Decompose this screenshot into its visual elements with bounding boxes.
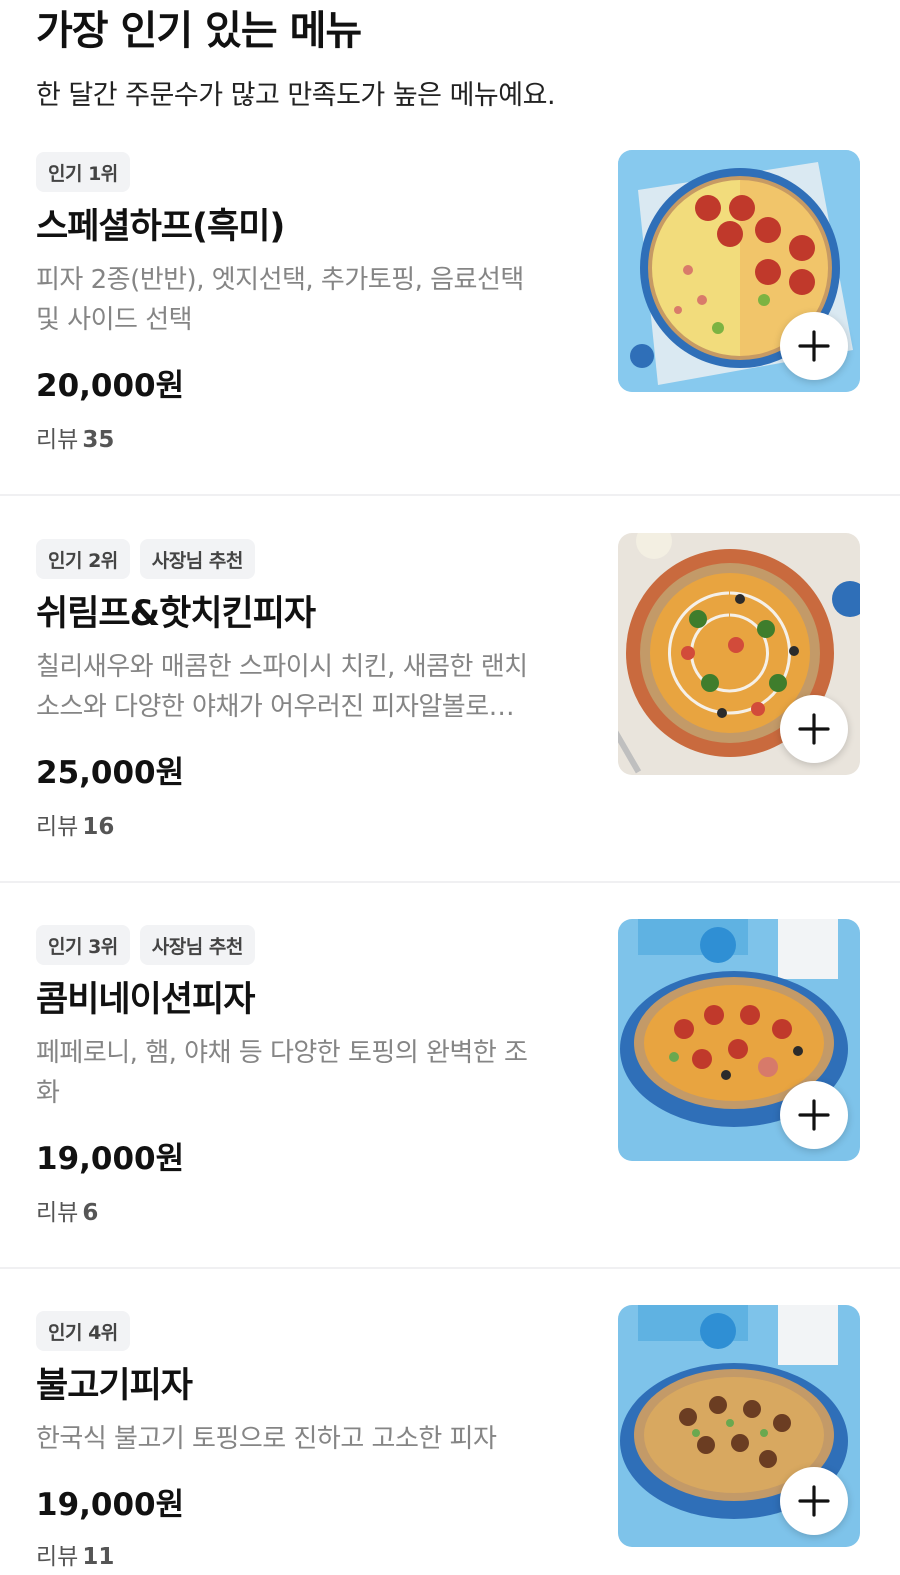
plus-icon xyxy=(798,1099,830,1131)
menu-item-price: 19,000원 xyxy=(36,1487,185,1523)
rank-badge: 인기 1위 xyxy=(36,152,130,192)
description-line: 피자 2종(반반), 엣지선택, 추가토핑, 음료선택 xyxy=(36,265,524,295)
add-to-cart-button[interactable] xyxy=(780,695,848,763)
reviews-label: 리뷰 xyxy=(36,814,79,840)
rank-badge: 인기 4위 xyxy=(36,1311,130,1351)
menu-item-price: 25,000원 xyxy=(36,755,185,791)
menu-item-info: 인기 3위 사장님 추천 콤비네이션피자 페페로니, 햄, 야채 등 다양한 토… xyxy=(36,923,596,1226)
badge-group: 인기 4위 xyxy=(36,1311,596,1351)
menu-item-name: 쉬림프&핫치킨피자 xyxy=(36,594,316,634)
menu-item-description: 페페로니, 햄, 야채 등 다양한 토핑의 완벽한 조 화 xyxy=(36,1033,596,1113)
menu-item-name: 스페셜하프(흑미) xyxy=(36,207,285,247)
menu-item-info: 인기 2위 사장님 추천 쉬림프&핫치킨피자 칠리새우와 매콤한 스파이시 치킨… xyxy=(36,537,596,840)
menu-item-special-half[interactable]: 인기 1위 스페셜하프(흑미) 피자 2종(반반), 엣지선택, 추가토핑, 음… xyxy=(0,150,900,496)
menu-item-reviews: 리뷰 16 xyxy=(36,811,114,843)
badge-group: 인기 3위 사장님 추천 xyxy=(36,925,596,965)
description-line: 소스와 다양한 야채가 어우러진 피자알볼로… xyxy=(36,692,515,722)
reviews-label: 리뷰 xyxy=(36,1544,79,1570)
combination-pizza-image[interactable] xyxy=(618,919,860,1161)
add-to-cart-button[interactable] xyxy=(780,1467,848,1535)
bulgogi-pizza-image[interactable] xyxy=(618,1305,860,1547)
menu-item-reviews: 리뷰 35 xyxy=(36,424,114,456)
section-title: 가장 인기 있는 메뉴 xyxy=(36,8,362,54)
menu-item-info: 인기 1위 스페셜하프(흑미) 피자 2종(반반), 엣지선택, 추가토핑, 음… xyxy=(36,150,596,453)
menu-item-name: 불고기피자 xyxy=(36,1366,193,1406)
description-line: 페페로니, 햄, 야채 등 다양한 토핑의 완벽한 조 xyxy=(36,1038,528,1068)
shrimp-chicken-pizza-image[interactable] xyxy=(618,533,860,775)
menu-item-price: 19,000원 xyxy=(36,1141,185,1177)
badge-group: 인기 1위 xyxy=(36,152,596,192)
reviews-count: 35 xyxy=(82,427,115,453)
reviews-label: 리뷰 xyxy=(36,1200,79,1226)
section-header: 가장 인기 있는 메뉴 한 달간 주문수가 많고 만족도가 높은 메뉴예요. xyxy=(36,0,876,116)
description-line: 화 xyxy=(36,1078,60,1108)
menu-item-info: 인기 4위 불고기피자 한국식 불고기 토핑으로 진하고 고소한 피자 19,0… xyxy=(36,1309,596,1570)
menu-item-bulgogi[interactable]: 인기 4위 불고기피자 한국식 불고기 토핑으로 진하고 고소한 피자 19,0… xyxy=(0,1269,900,1575)
plus-icon xyxy=(798,330,830,362)
menu-item-description: 한국식 불고기 토핑으로 진하고 고소한 피자 xyxy=(36,1419,596,1459)
owner-pick-badge: 사장님 추천 xyxy=(139,925,255,965)
menu-item-reviews: 리뷰 11 xyxy=(36,1541,114,1573)
menu-item-price: 20,000원 xyxy=(36,368,185,404)
reviews-count: 6 xyxy=(82,1200,99,1226)
reviews-count: 16 xyxy=(82,814,115,840)
owner-pick-badge: 사장님 추천 xyxy=(139,539,255,579)
pizza-half-image[interactable] xyxy=(618,150,860,392)
rank-badge: 인기 3위 xyxy=(36,925,130,965)
add-to-cart-button[interactable] xyxy=(780,312,848,380)
badge-group: 인기 2위 사장님 추천 xyxy=(36,539,596,579)
description-line: 및 사이드 선택 xyxy=(36,305,193,335)
menu-item-shrimp-hot-chicken[interactable]: 인기 2위 사장님 추천 쉬림프&핫치킨피자 칠리새우와 매콤한 스파이시 치킨… xyxy=(0,497,900,883)
plus-icon xyxy=(798,713,830,745)
menu-item-description: 칠리새우와 매콤한 스파이시 치킨, 새콤한 랜치 소스와 다양한 야채가 어우… xyxy=(36,647,596,727)
menu-item-combination[interactable]: 인기 3위 사장님 추천 콤비네이션피자 페페로니, 햄, 야채 등 다양한 토… xyxy=(0,883,900,1269)
section-subtitle: 한 달간 주문수가 많고 만족도가 높은 메뉴예요. xyxy=(36,80,556,111)
menu-item-name: 콤비네이션피자 xyxy=(36,980,255,1020)
reviews-label: 리뷰 xyxy=(36,427,79,453)
description-line: 한국식 불고기 토핑으로 진하고 고소한 피자 xyxy=(36,1424,497,1454)
menu-item-reviews: 리뷰 6 xyxy=(36,1197,98,1229)
plus-icon xyxy=(798,1485,830,1517)
add-to-cart-button[interactable] xyxy=(780,1081,848,1149)
rank-badge: 인기 2위 xyxy=(36,539,130,579)
description-line: 칠리새우와 매콤한 스파이시 치킨, 새콤한 랜치 xyxy=(36,652,528,682)
menu-item-description: 피자 2종(반반), 엣지선택, 추가토핑, 음료선택 및 사이드 선택 xyxy=(36,260,596,340)
reviews-count: 11 xyxy=(82,1544,115,1570)
